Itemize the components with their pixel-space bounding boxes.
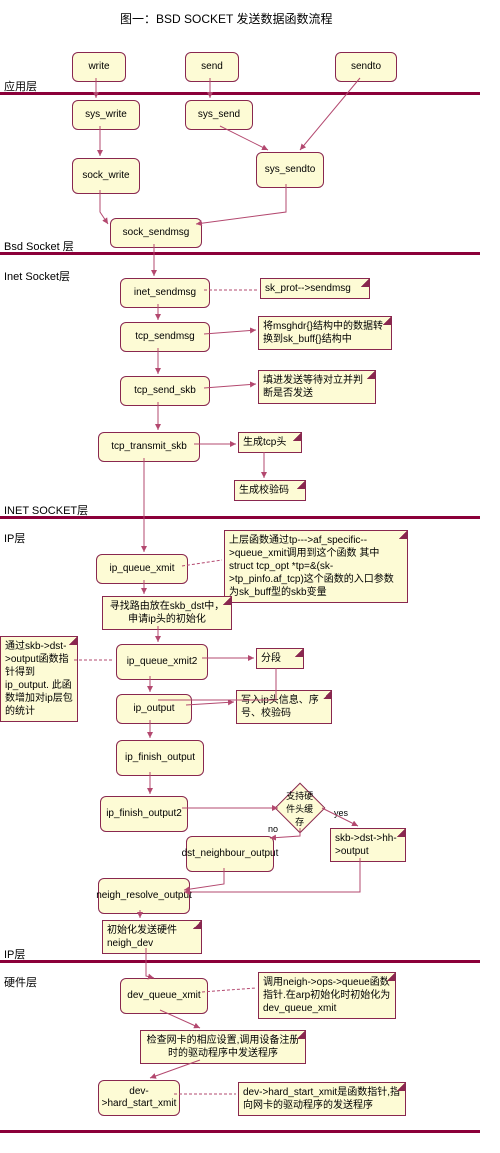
box-ip_output: ip_output: [116, 694, 192, 724]
note-sk_prot: sk_prot-->sendmsg: [260, 278, 370, 299]
note-wait: 填进发送等待对立并判断是否发送: [258, 370, 376, 404]
note-ip_info: 写入ip头信息、序号、校验码: [236, 690, 332, 724]
rule: [0, 516, 480, 519]
layer-ip: IP层: [4, 530, 25, 546]
box-sys_send: sys_send: [185, 100, 253, 130]
note-gen_tcp: 生成tcp头: [238, 432, 302, 453]
note-frag: 分段: [256, 648, 304, 669]
box-write: write: [72, 52, 126, 82]
box-sock_write: sock_write: [72, 158, 140, 194]
box-ip_queue_xmit: ip_queue_xmit: [96, 554, 188, 584]
box-sock_sendmsg: sock_sendmsg: [110, 218, 202, 248]
rule: [0, 92, 480, 95]
box-tcp_send_skb: tcp_send_skb: [120, 376, 210, 406]
box-dev_queue_xmit: dev_queue_xmit: [120, 978, 208, 1014]
note-route: 寻找路由放在skb_dst中，申请ip头的初始化: [102, 596, 232, 630]
note-msghdr: 将msghdr{}结构中的数据转换到sk_buff{}结构中: [258, 316, 392, 350]
box-sys_sendto: sys_sendto: [256, 152, 324, 188]
box-ip_finish_output2: ip_finish_output2: [100, 796, 188, 832]
note-af_specific: 上层函数通过tp--->af_specific-->queue_xmit调用到这…: [224, 530, 408, 603]
note-skb_output: 通过skb->dst->output函数指针得到ip_output. 此函数增加…: [0, 636, 78, 722]
box-ip_finish_output: ip_finish_output: [116, 740, 204, 776]
note-hard_ptr: dev->hard_start_xmit是函数指针,指向网卡的驱动程序的发送程序: [238, 1082, 406, 1116]
decision-hw-cache: 支持硬件头缓存: [275, 783, 326, 834]
box-inet_sendmsg: inet_sendmsg: [120, 278, 210, 308]
note-skb_hh: skb->dst->hh->output: [330, 828, 406, 862]
box-dst_neighbour_output: dst_neighbour_output: [186, 836, 274, 872]
layer-hw: 硬件层: [4, 974, 37, 990]
box-hard_start_xmit: dev->hard_start_xmit: [98, 1080, 180, 1116]
rule: [0, 1130, 480, 1133]
lbl-yes: yes: [334, 808, 348, 818]
box-sys_write: sys_write: [72, 100, 140, 130]
chart-title: 图一：BSD SOCKET 发送数据函数流程: [120, 10, 332, 27]
rule: [0, 960, 480, 963]
flowchart-canvas: 图一：BSD SOCKET 发送数据函数流程 应用层 Bsd Socket 层 …: [0, 0, 500, 1153]
note-init_neigh: 初始化发送硬件neigh_dev: [102, 920, 202, 954]
box-sendto: sendto: [335, 52, 397, 82]
box-tcp_sendmsg: tcp_sendmsg: [120, 322, 210, 352]
rule: [0, 252, 480, 255]
box-ip_queue_xmit2: ip_queue_xmit2: [116, 644, 208, 680]
box-send: send: [185, 52, 239, 82]
note-nic: 检查网卡的相应设置,调用设备注册时的驱动程序中发送程序: [140, 1030, 306, 1064]
note-gen_chk: 生成校验码: [234, 480, 306, 501]
note-neigh_ops: 调用neigh->ops->queue函数指针.在arp初始化时初始化为dev_…: [258, 972, 396, 1019]
layer-inet: Inet Socket层: [4, 268, 70, 284]
box-tcp_transmit_skb: tcp_transmit_skb: [98, 432, 200, 462]
box-neigh_resolve_output: neigh_resolve_output: [98, 878, 190, 914]
lbl-no: no: [268, 824, 278, 834]
